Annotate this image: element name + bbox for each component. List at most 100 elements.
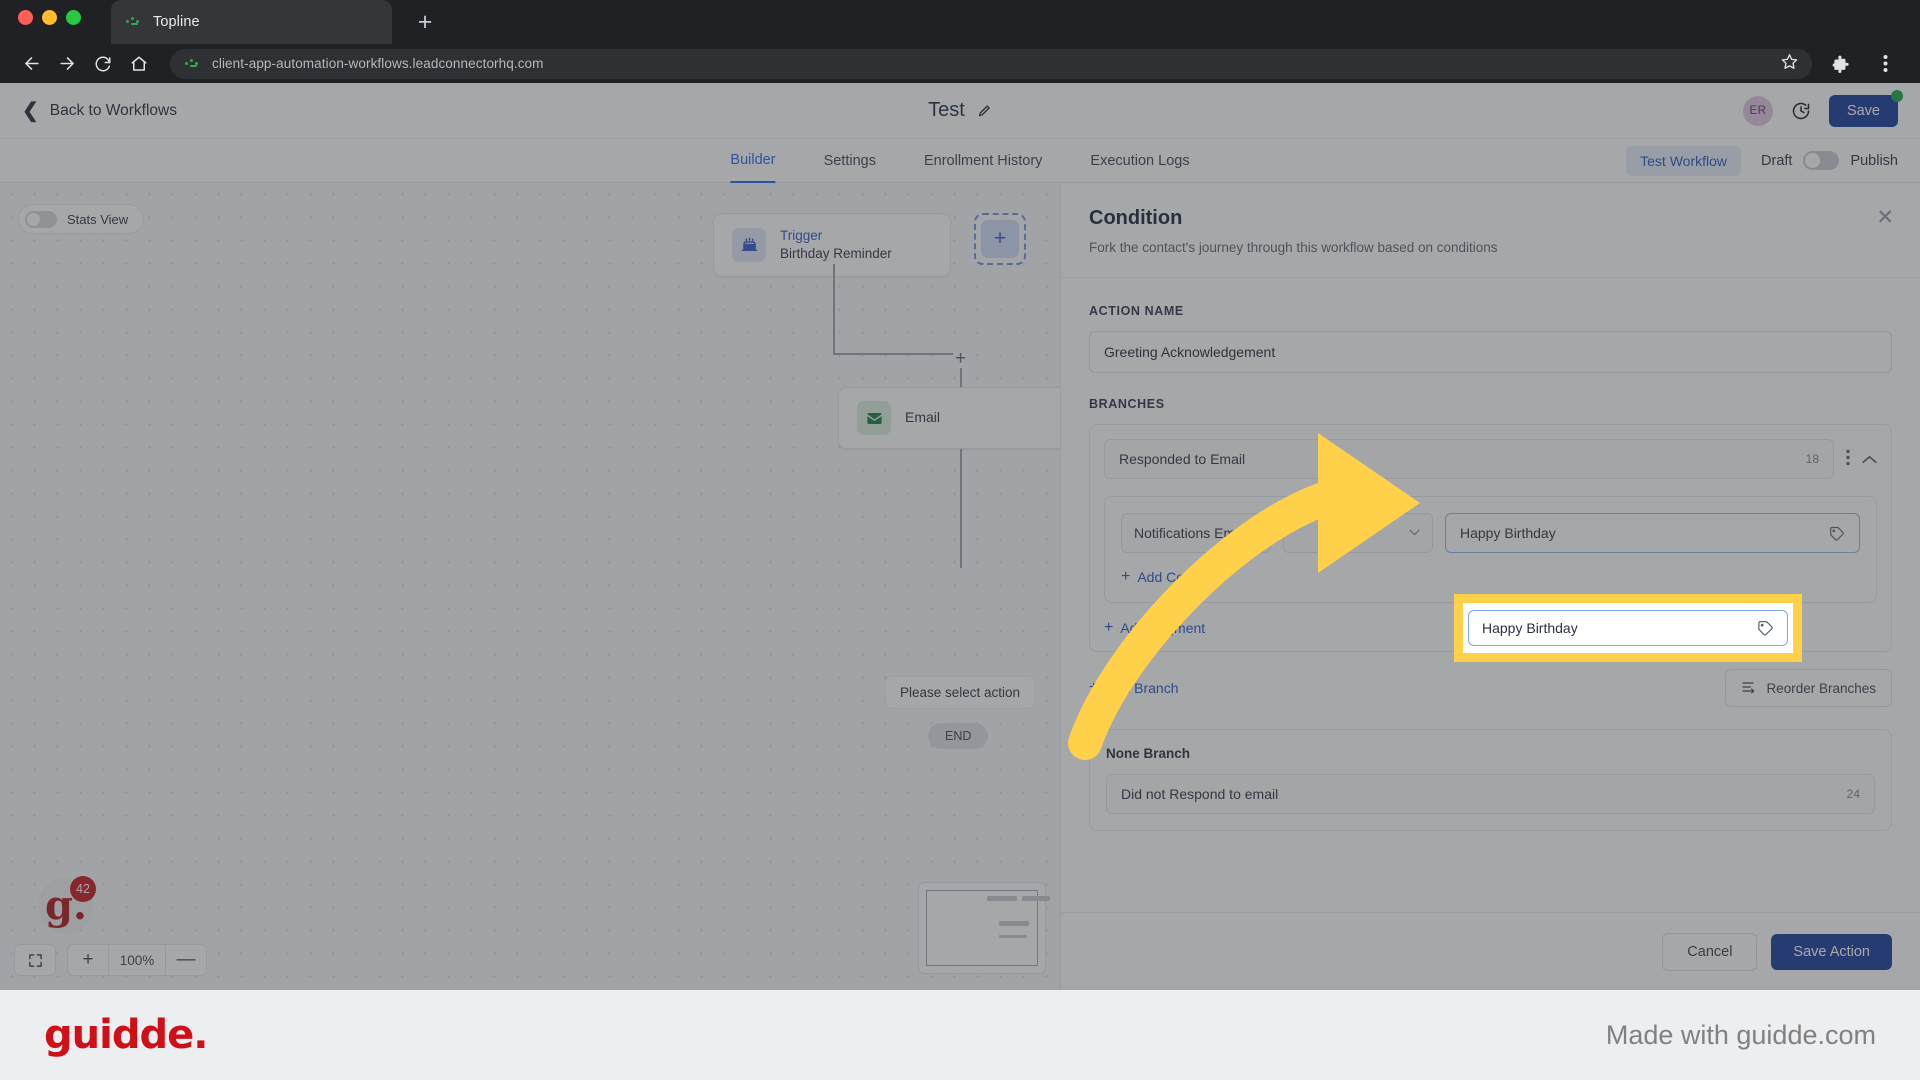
browser-toolbar: client-app-automation-workflows.leadconn… bbox=[0, 44, 1920, 83]
guidde-logo: guidde. bbox=[44, 1012, 208, 1058]
canvas-minimap[interactable] bbox=[918, 882, 1050, 974]
condition-value-text: Happy Birthday bbox=[1460, 525, 1556, 541]
workflow-tabs-bar: Builder Settings Enrollment History Exec… bbox=[0, 139, 1920, 183]
toolbar-right-icons bbox=[1824, 47, 1906, 81]
header-right-controls: ER Save bbox=[1742, 89, 1903, 127]
cancel-button[interactable]: Cancel bbox=[1662, 932, 1758, 971]
application-window: ❮ Back to Workflows Test ER Save Builder… bbox=[0, 83, 1920, 990]
add-branch-button[interactable]: + Add Branch bbox=[1089, 680, 1179, 697]
reorder-branches-button[interactable]: Reorder Branches bbox=[1725, 669, 1892, 707]
end-node: END bbox=[928, 723, 989, 749]
branch-header: Responded to Email 18 bbox=[1104, 439, 1877, 479]
guidde-footer: guidde. Made with guidde.com bbox=[0, 990, 1920, 1080]
maximize-window-button[interactable] bbox=[66, 10, 81, 25]
highlight-inner: Happy Birthday bbox=[1463, 603, 1793, 653]
save-button-label: Save bbox=[1846, 102, 1880, 119]
branch-name-field[interactable]: Responded to Email 18 bbox=[1104, 439, 1834, 479]
condition-row: Notifications Email F... Happy Birthday bbox=[1121, 513, 1860, 553]
action-name-input[interactable] bbox=[1089, 331, 1892, 373]
branch-options-kebab-icon[interactable] bbox=[1846, 449, 1850, 469]
add-condition-button[interactable]: + Add Condition bbox=[1121, 569, 1225, 586]
publish-switch[interactable] bbox=[1803, 151, 1840, 170]
highlighted-value-input[interactable]: Happy Birthday bbox=[1468, 610, 1788, 646]
home-icon[interactable] bbox=[122, 47, 156, 81]
edit-pencil-icon[interactable] bbox=[977, 103, 992, 118]
condition-card: Notifications Email F... Happy Birthday … bbox=[1104, 496, 1877, 603]
workflow-canvas[interactable]: Stats View Trigger Birthday Reminder + +… bbox=[0, 183, 1060, 990]
workflow-header: ❮ Back to Workflows Test ER Save bbox=[0, 83, 1920, 139]
guidde-badge-count: 42 bbox=[70, 876, 96, 902]
add-segment-button[interactable]: + Add Segment bbox=[1104, 619, 1206, 637]
highlight-box: Happy Birthday bbox=[1454, 594, 1802, 662]
browser-tab-title: Topline bbox=[153, 14, 200, 30]
address-bar[interactable]: client-app-automation-workflows.leadconn… bbox=[170, 48, 1812, 79]
stats-view-toggle[interactable]: Stats View bbox=[18, 204, 145, 234]
email-node[interactable]: Email bbox=[838, 387, 1060, 449]
none-branch-name: Did not Respond to email bbox=[1121, 786, 1279, 802]
tab-builder[interactable]: Builder bbox=[730, 139, 776, 183]
close-icon[interactable]: ✕ bbox=[1876, 207, 1894, 228]
chevron-up-icon[interactable] bbox=[1862, 452, 1877, 467]
back-to-workflows-label: Back to Workflows bbox=[49, 101, 177, 119]
avatar[interactable]: ER bbox=[1742, 95, 1773, 126]
back-arrow-icon[interactable] bbox=[14, 47, 48, 81]
tag-icon[interactable] bbox=[1756, 619, 1774, 637]
draft-publish-toggle[interactable]: Draft Publish bbox=[1761, 151, 1898, 170]
add-step-plus-icon[interactable]: + bbox=[953, 349, 969, 368]
minimize-window-button[interactable] bbox=[42, 10, 57, 25]
panel-header: Condition Fork the contact's journey thr… bbox=[1061, 183, 1920, 278]
add-node-slot[interactable]: + bbox=[974, 213, 1026, 265]
history-clock-icon[interactable] bbox=[1791, 101, 1811, 121]
branch-name-text: Responded to Email bbox=[1119, 451, 1246, 467]
reorder-icon bbox=[1741, 679, 1757, 698]
publish-label: Publish bbox=[1850, 152, 1898, 169]
new-tab-button[interactable]: + bbox=[406, 3, 444, 41]
tab-execution-logs[interactable]: Execution Logs bbox=[1090, 139, 1189, 183]
window-traffic-lights bbox=[18, 10, 81, 25]
save-action-button[interactable]: Save Action bbox=[1771, 933, 1892, 970]
reload-icon[interactable] bbox=[86, 47, 120, 81]
star-icon[interactable] bbox=[1781, 53, 1798, 75]
connector-line bbox=[833, 264, 835, 354]
puzzle-piece-icon[interactable] bbox=[1824, 47, 1858, 81]
birthday-cake-icon bbox=[732, 228, 766, 263]
tab-settings[interactable]: Settings bbox=[824, 139, 876, 183]
tag-icon[interactable] bbox=[1828, 525, 1845, 542]
plus-icon: + bbox=[1104, 619, 1114, 636]
condition-field-select[interactable]: Notifications Email F... bbox=[1121, 513, 1271, 553]
kebab-menu-icon[interactable] bbox=[1868, 47, 1902, 81]
add-segment-label: Add Segment bbox=[1120, 620, 1206, 636]
tab-enrollment-history[interactable]: Enrollment History bbox=[924, 139, 1042, 183]
connector-line bbox=[960, 353, 962, 568]
none-branch-row[interactable]: Did not Respond to email 24 bbox=[1106, 774, 1875, 814]
none-branch-title: None Branch bbox=[1106, 746, 1191, 761]
condition-operator-select[interactable] bbox=[1283, 513, 1433, 553]
trigger-node[interactable]: Trigger Birthday Reminder bbox=[713, 213, 951, 278]
connector-line bbox=[833, 353, 961, 355]
forward-arrow-icon[interactable] bbox=[50, 47, 84, 81]
minimap-node bbox=[987, 896, 1017, 901]
zoom-in-button[interactable]: + bbox=[67, 944, 109, 976]
plus-icon[interactable]: + bbox=[981, 220, 1019, 258]
chevron-left-icon: ❮ bbox=[22, 99, 39, 122]
browser-tab[interactable]: Topline bbox=[111, 0, 392, 44]
zoom-out-button[interactable]: — bbox=[165, 944, 207, 976]
select-action-hint[interactable]: Please select action bbox=[885, 676, 1036, 709]
fit-to-screen-button[interactable] bbox=[14, 944, 56, 976]
panel-subtitle: Fork the contact's journey through this … bbox=[1089, 240, 1498, 255]
email-node-title: Email bbox=[905, 409, 941, 425]
minimap-viewport bbox=[926, 890, 1050, 966]
save-button[interactable]: Save bbox=[1828, 89, 1903, 127]
address-bar-url: client-app-automation-workflows.leadconn… bbox=[212, 56, 544, 71]
highlighted-value-text: Happy Birthday bbox=[1482, 620, 1578, 636]
zoom-controls: + 100% — bbox=[14, 944, 207, 976]
minimap-node bbox=[999, 921, 1029, 926]
stats-view-switch[interactable] bbox=[25, 210, 57, 228]
minimap-node bbox=[1022, 896, 1050, 901]
zoom-level-label: 100% bbox=[109, 944, 165, 976]
back-to-workflows-button[interactable]: ❮ Back to Workflows bbox=[22, 101, 177, 121]
none-branch-card: None Branch Did not Respond to email 24 bbox=[1089, 729, 1892, 831]
close-window-button[interactable] bbox=[18, 10, 33, 25]
test-workflow-button[interactable]: Test Workflow bbox=[1626, 145, 1742, 176]
condition-value-input[interactable]: Happy Birthday bbox=[1445, 513, 1860, 553]
